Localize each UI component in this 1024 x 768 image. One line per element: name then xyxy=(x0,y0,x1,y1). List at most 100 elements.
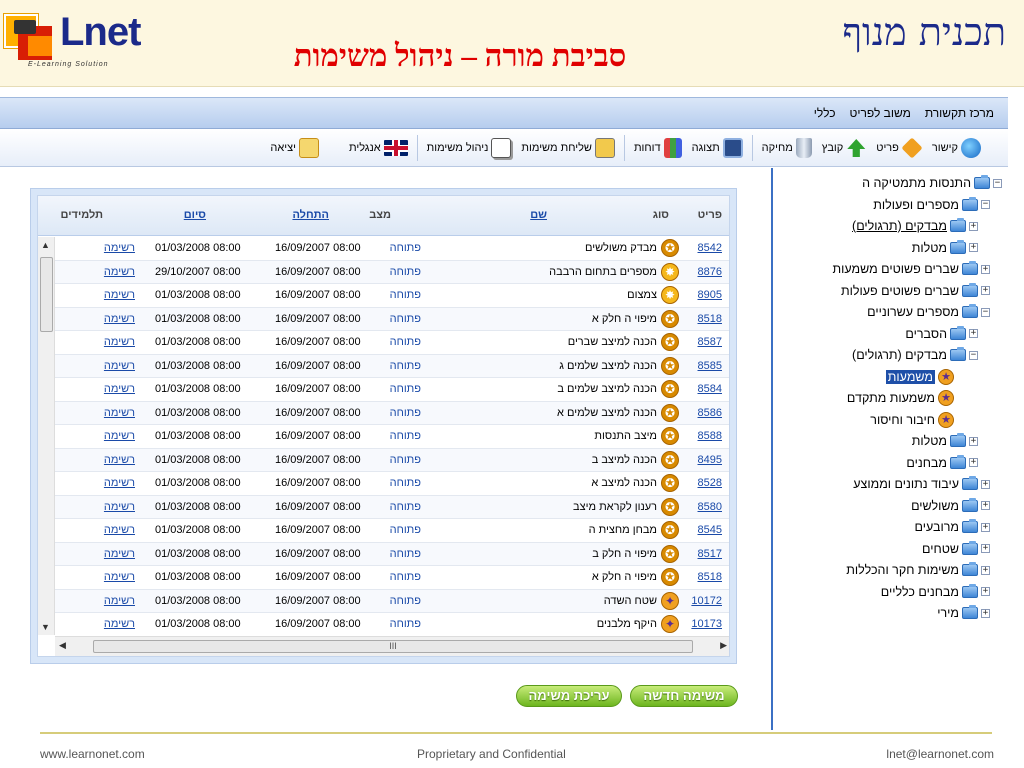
collapse-icon[interactable]: − xyxy=(981,307,990,317)
tree-node[interactable]: + שברים פשוטים משמעות xyxy=(832,260,990,278)
tree-node-label[interactable]: חיבור וחיסור xyxy=(870,413,935,427)
tree-node-label[interactable]: שברים פשוטים משמעות xyxy=(832,262,959,276)
tree-node-label[interactable]: מספרים ופעולות xyxy=(873,198,959,212)
tree-node[interactable]: + שטחים xyxy=(922,540,990,558)
expand-icon[interactable]: + xyxy=(981,565,990,575)
item-id-link[interactable]: 8580 xyxy=(698,501,722,513)
students-list-link[interactable]: רשימה xyxy=(104,289,135,301)
tree-node-label[interactable]: מרובעים xyxy=(915,520,960,534)
collapse-icon[interactable]: − xyxy=(981,200,990,209)
item-id-link[interactable]: 8518 xyxy=(698,571,722,583)
students-list-link[interactable]: רשימה xyxy=(104,524,135,536)
students-list-link[interactable]: רשימה xyxy=(104,336,135,348)
item-id-link[interactable]: 8587 xyxy=(698,336,722,348)
tree-node-label[interactable]: משמעות מתקדם xyxy=(847,391,935,405)
send-tasks-button[interactable]: שליחת משימות xyxy=(516,135,620,161)
column-header-end[interactable]: סיום xyxy=(184,209,206,221)
item-id-link[interactable]: 8528 xyxy=(698,477,722,489)
item-id-link[interactable]: 8585 xyxy=(698,360,722,372)
tree-node[interactable]: + מבחנים xyxy=(906,454,978,472)
item-id-link[interactable]: 8545 xyxy=(698,524,722,536)
horizontal-scroll-thumb[interactable]: III xyxy=(93,640,693,653)
item-id-link[interactable]: 8584 xyxy=(698,383,722,395)
table-row[interactable]: 8495 ✪ הכנה למיצב ב פתוחה 16/09/2007 08:00 01… xyxy=(55,448,729,472)
students-list-link[interactable]: רשימה xyxy=(104,407,135,419)
tree-node-label[interactable]: עיבוד נתונים וממוצע xyxy=(853,477,959,491)
scroll-up-arrow-icon[interactable]: ▲ xyxy=(41,240,50,250)
expand-icon[interactable]: + xyxy=(969,436,978,446)
menu-item-item-feedback[interactable]: משוב לפריט xyxy=(850,106,911,120)
tree-node-label[interactable]: מטלות xyxy=(912,434,947,448)
table-row[interactable]: 8517 ✪ מיפוי ה חלק ב פתוחה 16/09/2007 08:00 0… xyxy=(55,542,729,566)
column-header-type[interactable]: סוג xyxy=(653,209,669,221)
item-id-link[interactable]: 8905 xyxy=(698,289,722,301)
tree-node[interactable]: − מספרים ופעולות xyxy=(873,196,990,214)
students-list-link[interactable]: רשימה xyxy=(104,360,135,372)
students-list-link[interactable]: רשימה xyxy=(104,454,135,466)
expand-icon[interactable]: + xyxy=(981,264,990,274)
tree-node-label[interactable]: משולשים xyxy=(911,499,959,513)
scroll-right-arrow-icon[interactable]: ▶ xyxy=(720,640,727,651)
item-id-link[interactable]: 8876 xyxy=(698,266,722,278)
students-list-link[interactable]: רשימה xyxy=(104,548,135,560)
students-list-link[interactable]: רשימה xyxy=(104,313,135,325)
table-row[interactable]: 10173 ✦ היקף מלבנים פתוחה 16/09/2007 08:00 01… xyxy=(55,613,729,635)
tree-node[interactable]: + שברים פשוטים פעולות xyxy=(841,282,990,300)
expand-icon[interactable]: + xyxy=(981,479,990,489)
tree-node[interactable]: + מטלות xyxy=(912,432,978,450)
item-id-link[interactable]: 8588 xyxy=(698,430,722,442)
tree-node[interactable]: ★ משמעות xyxy=(885,368,966,386)
vertical-scroll-thumb[interactable] xyxy=(40,257,53,332)
expand-icon[interactable]: + xyxy=(981,608,990,618)
item-id-link[interactable]: 10173 xyxy=(691,618,722,630)
link-button[interactable]: קישור xyxy=(927,135,986,161)
table-row[interactable]: 8588 ✪ מיצב התנסות פתוחה 16/09/2007 08:00 01/… xyxy=(55,425,729,449)
expand-icon[interactable]: + xyxy=(981,286,990,295)
reports-button[interactable]: דוחות xyxy=(629,135,687,161)
table-row[interactable]: 8905 ✸ צמצום פתוחה 16/09/2007 08:00 01/03/200… xyxy=(55,284,729,308)
table-row[interactable]: 8586 ✪ הכנה למיצב שלמים א פתוחה 16/09/2007 0… xyxy=(55,401,729,425)
tree-node[interactable]: + מבדקים (תרגולים) xyxy=(852,217,978,235)
table-row[interactable]: 8585 ✪ הכנה למיצב שלמים ג פתוחה 16/09/2007 0… xyxy=(55,354,729,378)
tree-node[interactable]: + משולשים xyxy=(911,497,990,515)
table-row[interactable]: 8518 ✪ מיפוי ה חלק א פתוחה 16/09/2007 08:00 0… xyxy=(55,566,729,590)
delete-button[interactable]: מחיקה xyxy=(757,135,817,161)
column-header-students[interactable]: תלמידים xyxy=(61,209,103,221)
expand-icon[interactable]: + xyxy=(969,329,978,338)
expand-icon[interactable]: + xyxy=(981,501,990,510)
menu-item-communication-center[interactable]: מרכז תקשורת xyxy=(925,106,994,120)
tree-node-label[interactable]: הסברים xyxy=(905,327,947,341)
students-list-link[interactable]: רשימה xyxy=(104,595,135,607)
tree-node-label[interactable]: משמעות xyxy=(885,369,935,384)
students-list-link[interactable]: רשימה xyxy=(104,383,135,395)
view-button[interactable]: תצוגה xyxy=(687,135,748,161)
tree-node[interactable]: + מטלות xyxy=(912,239,978,257)
collapse-icon[interactable]: − xyxy=(969,350,978,360)
tree-node[interactable]: + מירי xyxy=(937,604,990,622)
students-list-link[interactable]: רשימה xyxy=(104,501,135,513)
tree-node[interactable]: + עיבוד נתונים וממוצע xyxy=(853,475,990,493)
table-row[interactable]: 8545 ✪ מבחן מחצית ה פתוחה 16/09/2007 08:00 01… xyxy=(55,519,729,543)
english-button[interactable]: אנגלית xyxy=(344,135,413,161)
tree-node-label[interactable]: מירי xyxy=(937,606,959,620)
tree-node-label[interactable]: מבחנים xyxy=(906,456,947,470)
horizontal-scrollbar[interactable]: ◀ III ▶ xyxy=(55,636,729,656)
table-row[interactable]: 8518 ✪ מיפוי ה חלק א פתוחה 16/09/2007 08:00 0… xyxy=(55,307,729,331)
item-button[interactable]: פריט xyxy=(871,135,927,161)
column-header-name[interactable]: שם xyxy=(530,209,547,221)
item-id-link[interactable]: 8517 xyxy=(698,548,722,560)
expand-icon[interactable]: + xyxy=(969,243,978,252)
edit-task-button[interactable]: עריכת משימה xyxy=(516,685,622,707)
column-header-id[interactable]: פריט xyxy=(698,209,722,221)
table-row[interactable]: 8587 ✪ הכנה למיצב שברים פתוחה 16/09/2007 08:… xyxy=(55,331,729,355)
tree-node[interactable]: ★ חיבור וחיסור xyxy=(870,411,966,429)
students-list-link[interactable]: רשימה xyxy=(104,571,135,583)
item-id-link[interactable]: 10172 xyxy=(691,595,722,607)
tree-node[interactable]: − מבדקים (תרגולים) xyxy=(852,346,978,364)
tree-node[interactable]: + מרובעים xyxy=(915,518,990,536)
expand-icon[interactable]: + xyxy=(981,544,990,553)
tree-node-label[interactable]: משימות חקר והכללות xyxy=(846,563,959,577)
vertical-scrollbar[interactable]: ▲ ▼ xyxy=(38,237,55,635)
manage-tasks-button[interactable]: ניהול משימות xyxy=(422,135,517,161)
tree-node[interactable]: + משימות חקר והכללות xyxy=(846,561,990,579)
